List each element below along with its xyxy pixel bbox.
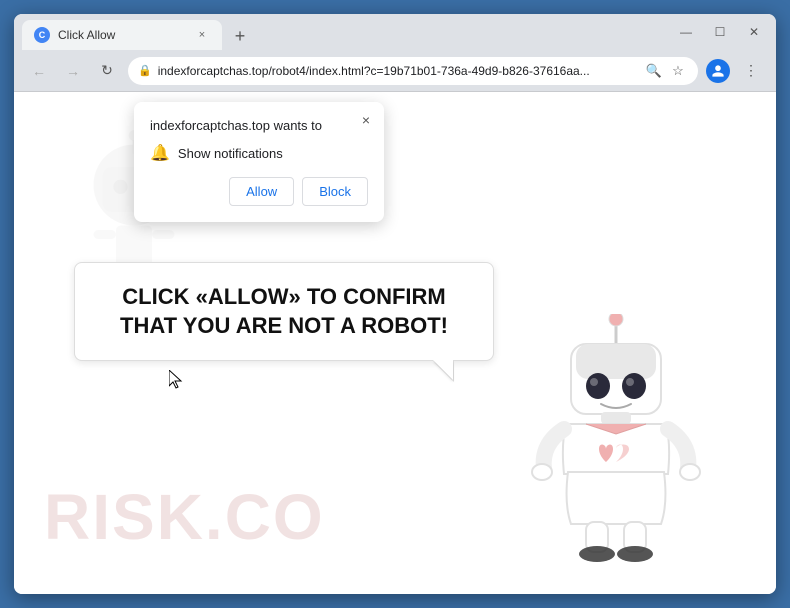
- address-bar: ← → ↻ 🔒 indexforcaptchas.top/robot4/inde…: [14, 50, 776, 92]
- lock-icon: 🔒: [138, 64, 152, 77]
- url-text: indexforcaptchas.top/robot4/index.html?c…: [158, 64, 638, 78]
- browser-window: C Click Allow × + — ☐ ✕ ← → ↻ 🔒 indexfor…: [14, 14, 776, 594]
- new-tab-button[interactable]: +: [226, 22, 254, 50]
- close-button[interactable]: ✕: [740, 18, 768, 46]
- search-icon[interactable]: 🔍: [644, 61, 664, 81]
- menu-button[interactable]: ⋮: [738, 58, 764, 84]
- url-icons: 🔍 ☆: [644, 61, 688, 81]
- bell-icon: 🔔: [150, 143, 170, 163]
- popup-buttons: Allow Block: [150, 177, 368, 206]
- popup-close-button[interactable]: ×: [356, 110, 376, 130]
- popup-title: indexforcaptchas.top wants to: [150, 118, 368, 133]
- bookmark-icon[interactable]: ☆: [668, 61, 688, 81]
- profile-icon[interactable]: [706, 59, 730, 83]
- back-button[interactable]: ←: [26, 58, 52, 84]
- maximize-button[interactable]: ☐: [706, 18, 734, 46]
- minimize-button[interactable]: —: [672, 18, 700, 46]
- active-tab[interactable]: C Click Allow ×: [22, 20, 222, 50]
- speech-bubble: CLICK «ALLOW» TO CONFIRM THAT YOU ARE NO…: [74, 262, 494, 361]
- tab-close-button[interactable]: ×: [194, 27, 210, 43]
- forward-button[interactable]: →: [60, 58, 86, 84]
- allow-button[interactable]: Allow: [229, 177, 294, 206]
- popup-row: 🔔 Show notifications: [150, 143, 368, 163]
- notification-popup: × indexforcaptchas.top wants to 🔔 Show n…: [134, 102, 384, 222]
- tab-bar: C Click Allow × +: [22, 14, 664, 50]
- bubble-text: CLICK «ALLOW» TO CONFIRM THAT YOU ARE NO…: [105, 283, 463, 340]
- page-content: RISK.CO × indexforcaptchas.top wants to …: [14, 92, 776, 594]
- window-controls: — ☐ ✕: [672, 18, 768, 46]
- reload-button[interactable]: ↻: [94, 58, 120, 84]
- tab-title: Click Allow: [58, 28, 186, 42]
- block-button[interactable]: Block: [302, 177, 368, 206]
- watermark-text: RISK.CO: [44, 480, 325, 554]
- title-bar: C Click Allow × + — ☐ ✕: [14, 14, 776, 50]
- robot-illustration: [516, 314, 716, 594]
- permission-text: Show notifications: [178, 146, 283, 161]
- tab-favicon: C: [34, 27, 50, 43]
- mouse-cursor: [169, 370, 185, 390]
- url-bar[interactable]: 🔒 indexforcaptchas.top/robot4/index.html…: [128, 57, 698, 85]
